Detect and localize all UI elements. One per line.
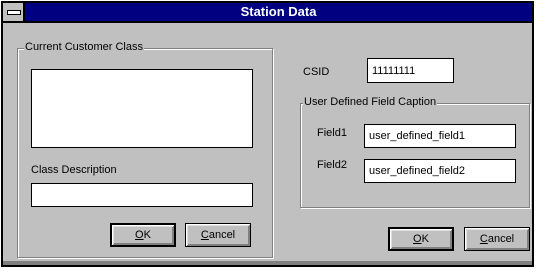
field2-label: Field2 (317, 159, 347, 171)
station-data-dialog: Station Data Current Customer Class Clas… (1, 1, 534, 267)
title-bar[interactable]: Station Data (3, 3, 532, 23)
user-defined-field-caption-group: User Defined Field Caption (300, 96, 530, 208)
user-defined-field-caption-label: User Defined Field Caption (303, 96, 438, 108)
right-ok-button[interactable]: OK (388, 227, 454, 251)
horizontal-scrollbar[interactable] (3, 261, 532, 265)
system-menu-button[interactable] (3, 3, 25, 21)
customer-class-listbox[interactable] (31, 69, 253, 148)
class-description-label: Class Description (31, 164, 117, 176)
left-cancel-button[interactable]: Cancel (185, 223, 251, 247)
class-description-field[interactable] (31, 183, 253, 207)
system-menu-icon (7, 10, 21, 15)
csid-label: CSID (303, 66, 330, 78)
csid-value: 11111111 (372, 64, 416, 77)
field1-input[interactable]: user_defined_field1 (364, 124, 516, 148)
field1-label: Field1 (317, 127, 347, 139)
current-customer-class-label: Current Customer Class (24, 41, 144, 53)
field1-value: user_defined_field1 (369, 130, 466, 142)
csid-field[interactable]: 11111111 (367, 58, 454, 83)
field2-input[interactable]: user_defined_field2 (364, 159, 516, 183)
dialog-client-area: Current Customer Class Class Description… (3, 23, 532, 265)
field2-value: user_defined_field2 (369, 165, 466, 177)
right-cancel-button[interactable]: Cancel (464, 227, 530, 251)
window-title: Station Data (240, 4, 317, 19)
left-ok-button[interactable]: OK (110, 223, 176, 247)
